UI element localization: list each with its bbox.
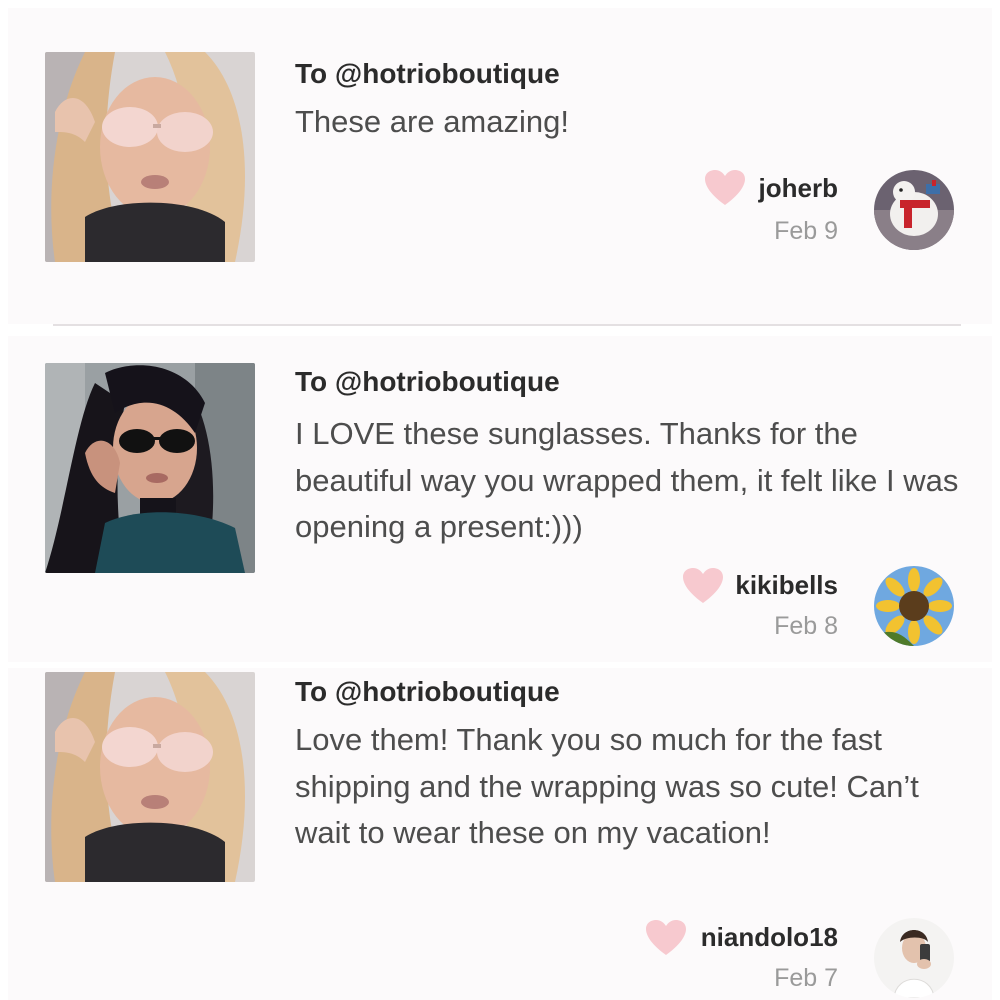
- user-avatar[interactable]: [874, 566, 954, 646]
- review-recipient: To @hotrioboutique: [295, 58, 560, 89]
- review-message: These are amazing!: [295, 104, 569, 139]
- user-avatar[interactable]: [874, 170, 954, 250]
- review-message: Love them! Thank you so much for the fas…: [295, 722, 919, 850]
- review-card: To @hotrioboutique These are amazing! jo…: [8, 8, 992, 326]
- review-recipient: To @hotrioboutique: [295, 676, 560, 707]
- review-recipient: To @hotrioboutique: [295, 366, 560, 397]
- divider: [53, 324, 961, 326]
- user-avatar[interactable]: [874, 918, 954, 998]
- product-photo[interactable]: [45, 363, 255, 573]
- review-username[interactable]: niandolo18: [701, 922, 838, 953]
- review-username[interactable]: kikibells: [735, 570, 838, 601]
- product-photo[interactable]: [45, 672, 255, 882]
- review-card: To @hotrioboutique Love them! Thank you …: [8, 668, 992, 1000]
- heart-icon[interactable]: [646, 920, 686, 956]
- review-message: I LOVE these sunglasses. Thanks for the …: [295, 416, 959, 544]
- review-date: Feb 8: [774, 612, 838, 640]
- review-date: Feb 7: [774, 964, 838, 992]
- heart-icon[interactable]: [683, 568, 723, 604]
- review-username[interactable]: joherb: [759, 173, 838, 204]
- review-date: Feb 9: [774, 217, 838, 245]
- product-photo[interactable]: [45, 52, 255, 262]
- heart-icon[interactable]: [705, 170, 745, 206]
- review-card: To @hotrioboutique I LOVE these sunglass…: [8, 336, 992, 662]
